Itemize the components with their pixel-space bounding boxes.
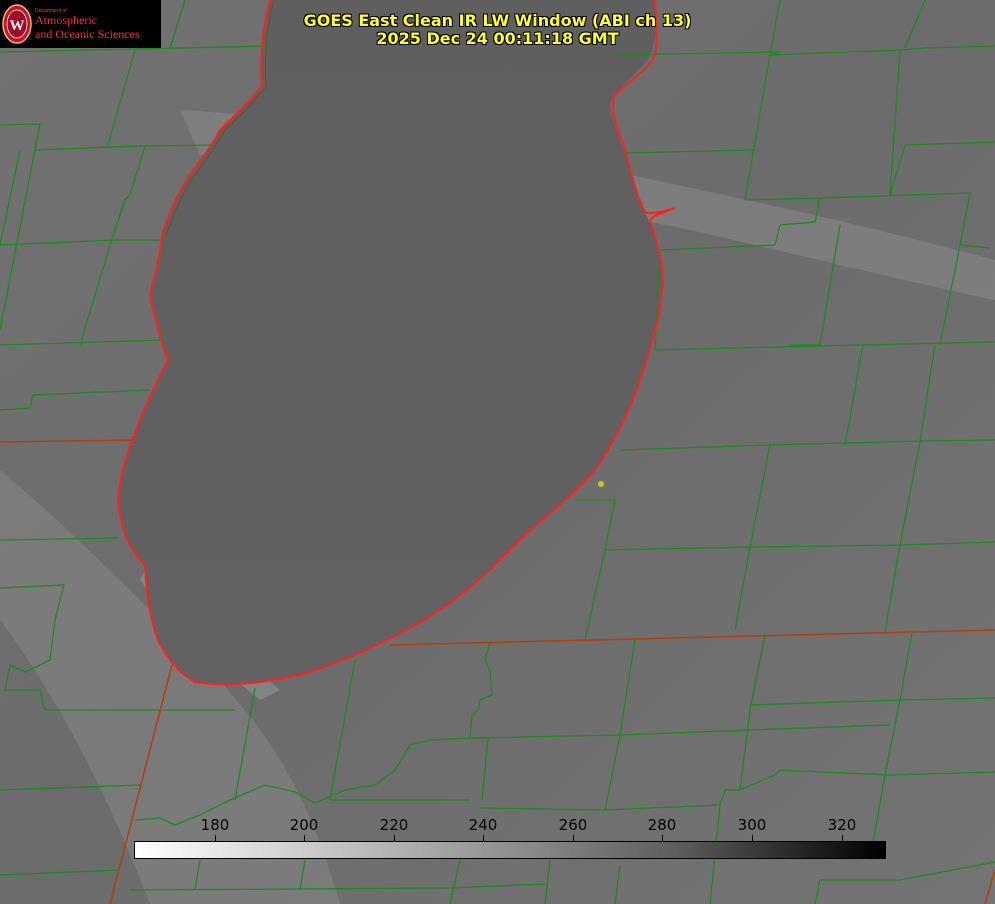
colorbar-tick: 180 xyxy=(200,816,230,834)
image-title: GOES East Clean IR LW Window (ABI ch 13) xyxy=(303,11,692,30)
satellite-map xyxy=(0,0,995,904)
colorbar xyxy=(134,841,886,859)
image-timestamp: 2025 Dec 24 00:11:18 GMT xyxy=(376,29,619,48)
satellite-image-viewer: W Department of Atmospheric and Oceanic … xyxy=(0,0,995,904)
colorbar-tick: 280 xyxy=(647,816,677,834)
colorbar-tick: 260 xyxy=(558,816,588,834)
colorbar-tick: 220 xyxy=(379,816,409,834)
colorbar-tick: 200 xyxy=(289,816,319,834)
colorbar-tick: 320 xyxy=(827,816,857,834)
location-marker xyxy=(598,481,604,487)
colorbar-tick: 240 xyxy=(468,816,498,834)
colorbar-tick: 300 xyxy=(737,816,767,834)
